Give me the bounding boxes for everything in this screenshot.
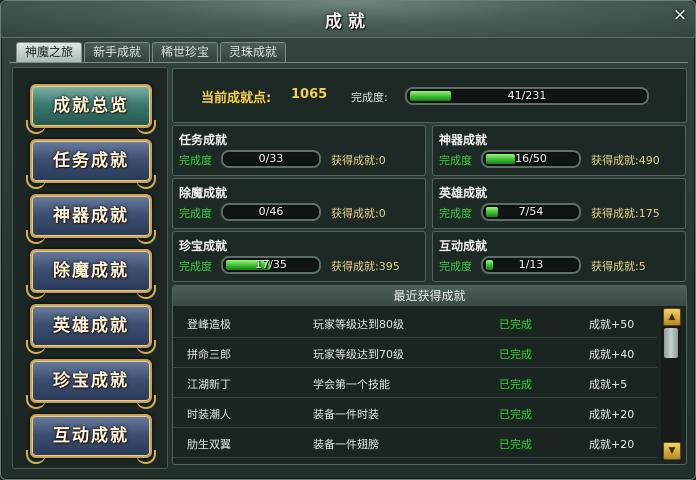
card-earned: 获得成就:175 [591,207,660,220]
card-artifact[interactable]: 神器成就 完成度 16/50 获得成就:490 [432,125,686,176]
card-progress-bar: 0/33 [221,150,321,168]
tab-spirit-orb[interactable]: 灵珠成就 [220,42,286,62]
category-demon-button[interactable]: 除魔成就 [26,249,156,299]
card-title: 神器成就 [439,133,488,147]
card-title: 珍宝成就 [179,239,228,253]
card-title: 除魔成就 [179,186,228,200]
table-row[interactable]: 拼命三郎 玩家等级达到70级 已完成 成就+40 [173,338,657,368]
window-title: 成就 [325,12,371,32]
card-earned: 获得成就:490 [591,154,660,167]
progress-text: 0/46 [258,205,284,218]
recent-scrollbar[interactable]: ▲ ▼ [661,308,681,460]
progress-text: 41/231 [507,89,547,102]
card-earned: 获得成就:0 [331,154,386,167]
category-label: 成就总览 [53,96,129,116]
category-label: 英雄成就 [53,316,129,336]
row-status: 已完成 [499,378,532,391]
row-desc: 学会第一个技能 [313,378,390,391]
recent-header: 最近获得成就 [173,286,686,306]
card-quest[interactable]: 任务成就 完成度 0/33 获得成就:0 [172,125,426,176]
points-value: 1065 [291,87,328,102]
title-bar[interactable]: 成就 × [1,1,695,38]
card-progress-bar: 0/46 [221,203,321,221]
total-progress-bar: 41/231 [405,87,649,105]
recent-achievements-panel: 最近获得成就 登峰造极 玩家等级达到80级 已完成 成就+50 拼命三郎 玩家等… [172,285,687,465]
card-progress-bar: 16/50 [481,150,581,168]
progress-text: 1/13 [518,258,544,271]
card-title: 任务成就 [179,133,228,147]
card-progress-label: 完成度 [179,260,212,273]
row-name: 时装潮人 [187,408,231,421]
card-progress-label: 完成度 [439,154,472,167]
card-progress-label: 完成度 [179,207,212,220]
tab-newbie[interactable]: 新手成就 [84,42,150,62]
row-desc: 装备一件时装 [313,408,379,421]
progress-text: 16/50 [515,152,547,165]
card-title: 互动成就 [439,239,488,253]
row-desc: 玩家等级达到70级 [313,348,404,361]
row-name: 江湖新丁 [187,378,231,391]
category-sidebar: 成就总览 任务成就 神器成就 除魔成就 英雄成就 珍宝成就 互动成就 [12,67,168,469]
total-progress-label: 完成度: [351,91,388,104]
card-interaction[interactable]: 互动成就 完成度 1/13 获得成就:5 [432,231,686,282]
card-earned: 获得成就:395 [331,260,400,273]
tab-divider [9,62,688,63]
card-earned: 获得成就:0 [331,207,386,220]
row-status: 已完成 [499,318,532,331]
close-icon[interactable]: × [669,4,691,26]
row-status: 已完成 [499,408,532,421]
category-interaction-button[interactable]: 互动成就 [26,414,156,464]
progress-text: 17/35 [255,258,287,271]
row-reward: 成就+40 [589,348,635,361]
row-desc: 装备一件翅膀 [313,438,379,451]
category-label: 互动成就 [53,426,129,446]
scroll-up-icon[interactable]: ▲ [663,308,681,326]
row-status: 已完成 [499,348,532,361]
card-progress-bar: 7/54 [481,203,581,221]
row-desc: 玩家等级达到80级 [313,318,404,331]
category-treasure-button[interactable]: 珍宝成就 [26,359,156,409]
category-overview-button[interactable]: 成就总览 [26,84,156,134]
tab-shenmo-journey[interactable]: 神魔之旅 [16,42,82,63]
progress-text: 0/33 [258,152,284,165]
scroll-thumb[interactable] [664,328,678,358]
category-quest-button[interactable]: 任务成就 [26,139,156,189]
row-reward: 成就+20 [589,438,635,451]
card-hero[interactable]: 英雄成就 完成度 7/54 获得成就:175 [432,178,686,229]
category-hero-button[interactable]: 英雄成就 [26,304,156,354]
card-progress-bar: 1/13 [481,256,581,274]
achievement-window: 成就 × 神魔之旅 新手成就 稀世珍宝 灵珠成就 成就总览 任务成就 神器成就 … [0,0,696,480]
table-row[interactable]: 肋生双翼 装备一件翅膀 已完成 成就+20 [173,428,657,458]
row-reward: 成就+5 [589,378,628,391]
card-progress-label: 完成度 [439,207,472,220]
category-label: 任务成就 [53,151,129,171]
card-treasure[interactable]: 珍宝成就 完成度 17/35 获得成就:395 [172,231,426,282]
row-name: 肋生双翼 [187,438,231,451]
table-row[interactable]: 江湖新丁 学会第一个技能 已完成 成就+5 [173,368,657,398]
category-label: 珍宝成就 [53,371,129,391]
card-title: 英雄成就 [439,186,488,200]
category-label: 神器成就 [53,206,129,226]
row-reward: 成就+50 [589,318,635,331]
card-progress-label: 完成度 [179,154,212,167]
row-status: 已完成 [499,438,532,451]
category-artifact-button[interactable]: 神器成就 [26,194,156,244]
achievement-summary: 当前成就点: 1065 完成度: 41/231 [172,68,687,123]
row-name: 拼命三郎 [187,348,231,361]
progress-text: 7/54 [518,205,544,218]
category-label: 除魔成就 [53,261,129,281]
row-reward: 成就+20 [589,408,635,421]
table-row[interactable]: 时装潮人 装备一件时装 已完成 成就+20 [173,398,657,428]
card-demon[interactable]: 除魔成就 完成度 0/46 获得成就:0 [172,178,426,229]
points-label: 当前成就点: [201,91,272,106]
card-progress-label: 完成度 [439,260,472,273]
card-progress-bar: 17/35 [221,256,321,274]
table-row[interactable]: 登峰造极 玩家等级达到80级 已完成 成就+50 [173,308,657,338]
tab-rare-treasure[interactable]: 稀世珍宝 [152,42,218,62]
row-name: 登峰造极 [187,318,231,331]
card-earned: 获得成就:5 [591,260,646,273]
scroll-down-icon[interactable]: ▼ [663,442,681,460]
